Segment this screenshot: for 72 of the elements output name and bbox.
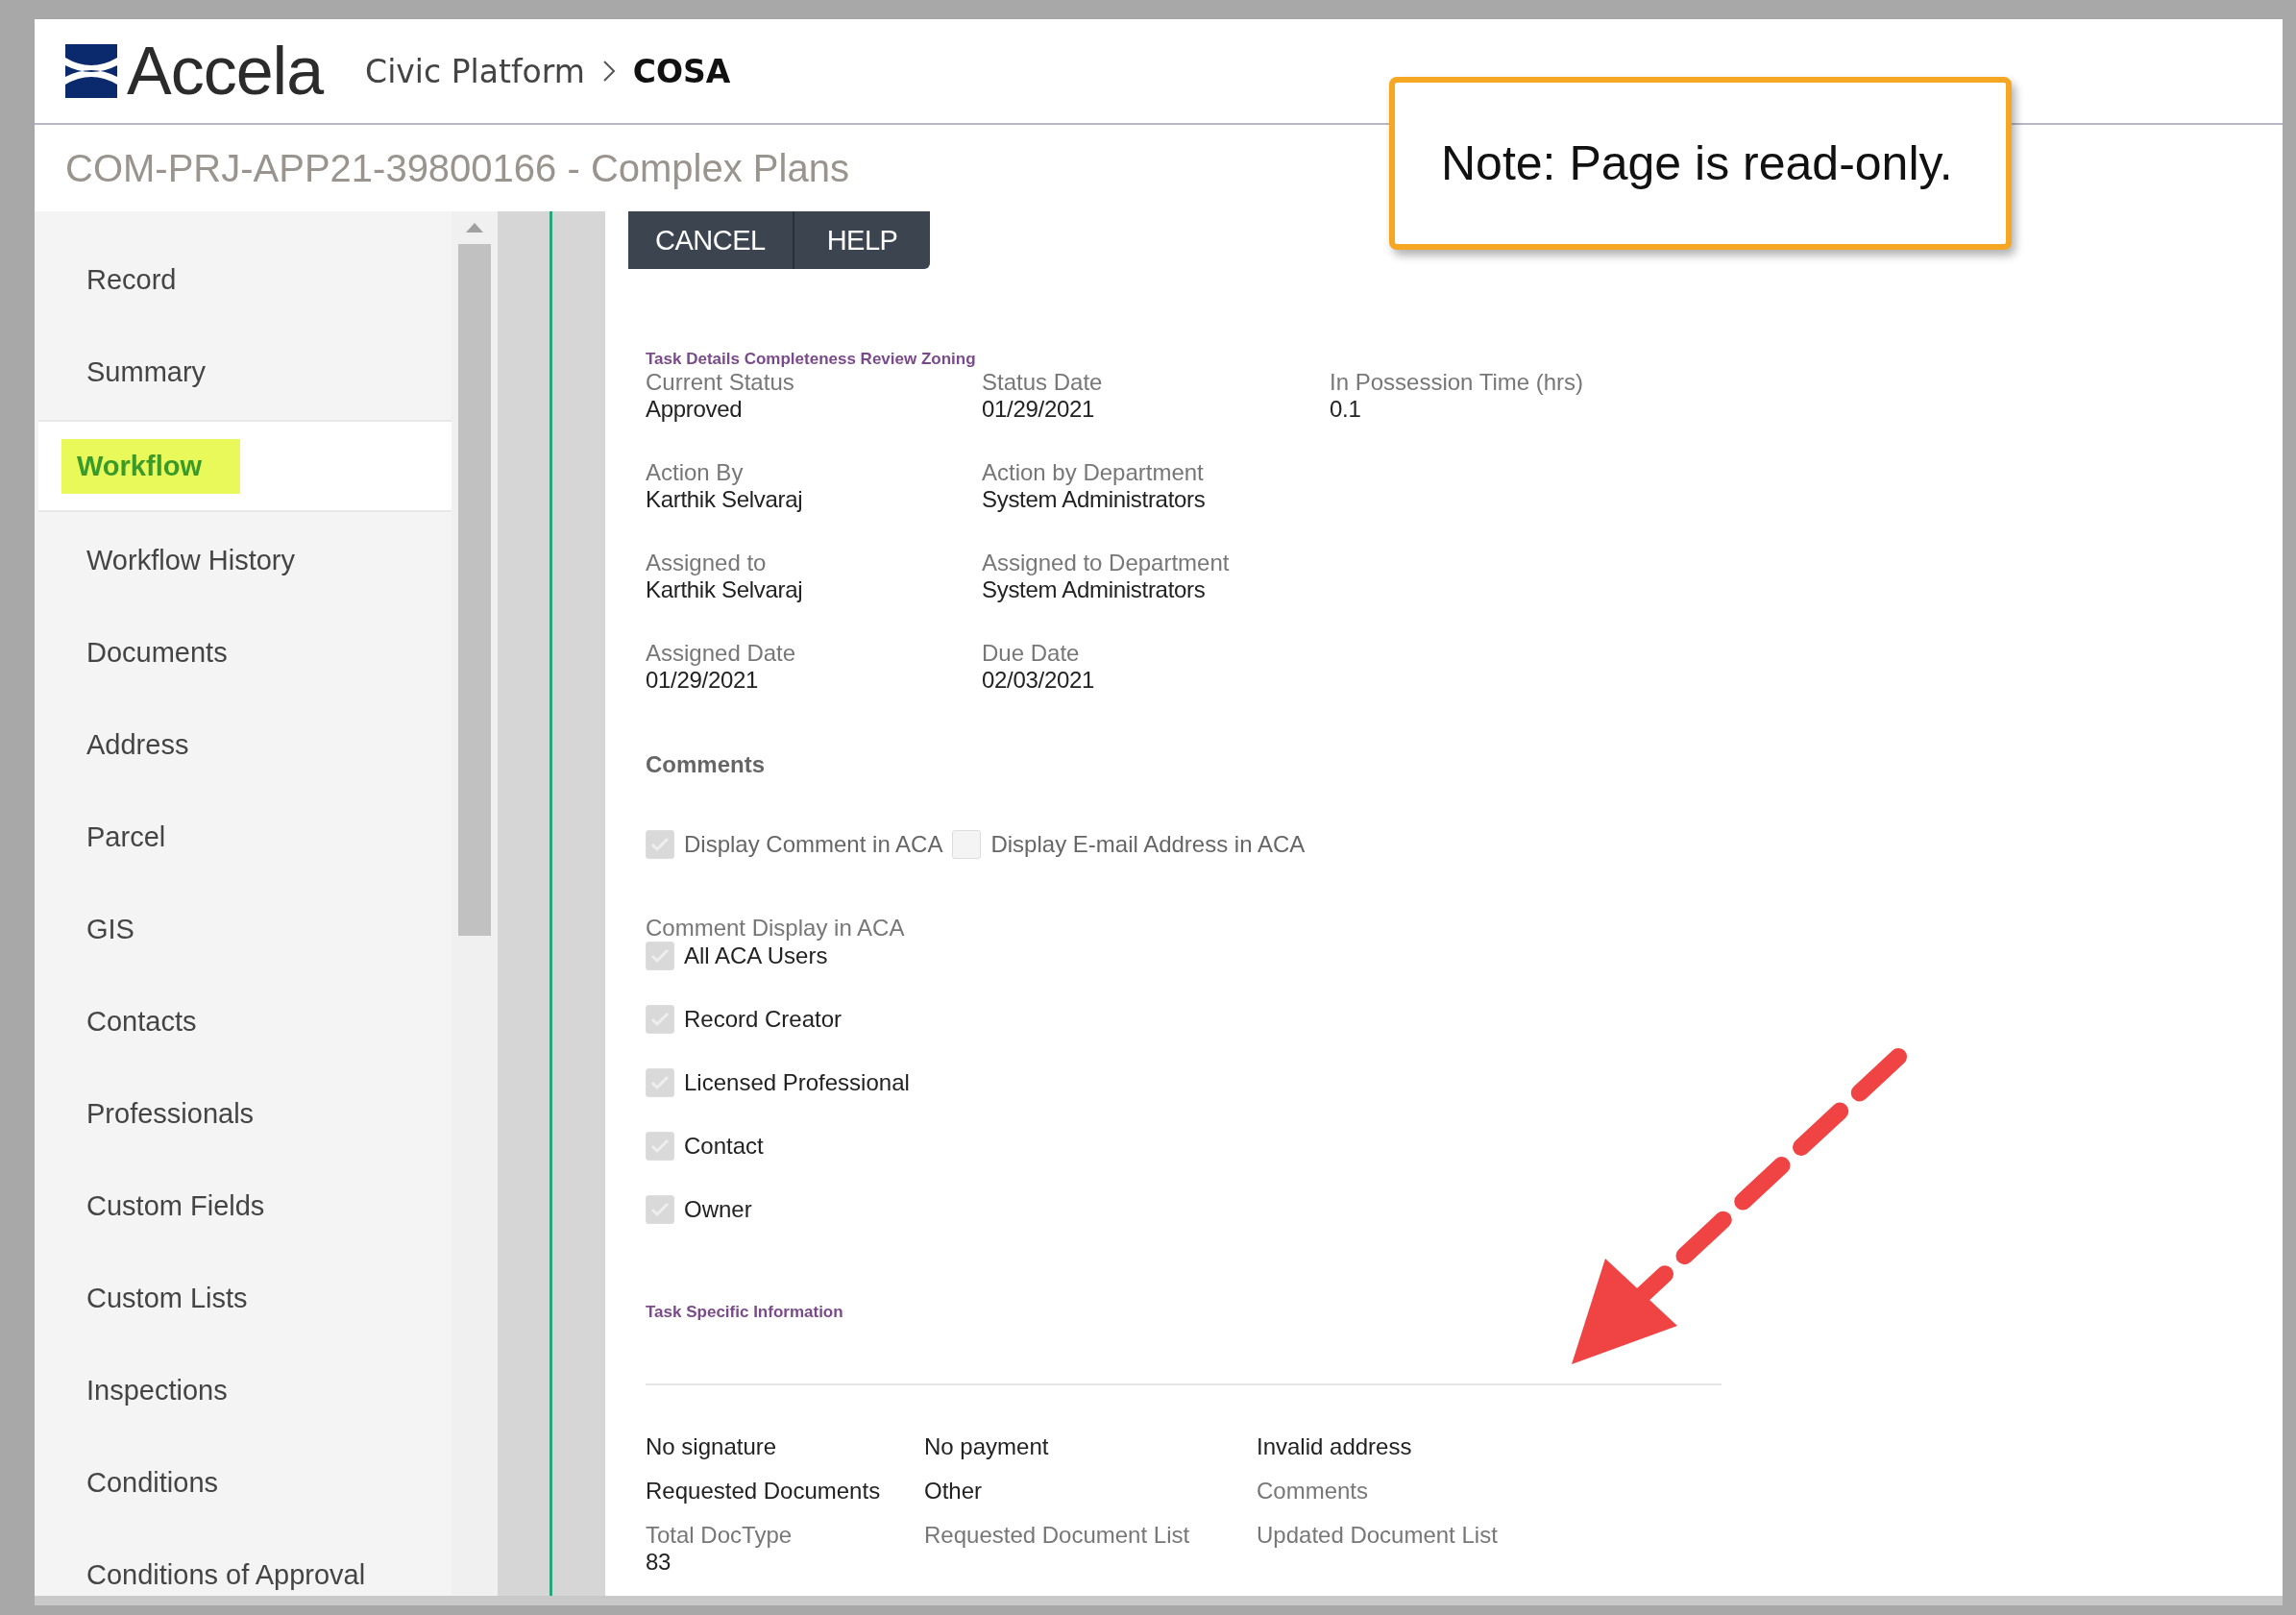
field-value: Karthik Selvaraj	[646, 486, 804, 513]
sidebar-item[interactable]: Workflow History	[86, 544, 295, 576]
field-label: Due Date	[982, 640, 1081, 667]
option-label: No payment	[924, 1433, 1050, 1460]
sidebar-item[interactable]: Conditions of Approval	[86, 1558, 366, 1591]
field-label: Status Date	[982, 369, 1104, 396]
note-callout: Note: Page is read-only.	[1389, 77, 2012, 250]
sidebar-item[interactable]: Custom Lists	[86, 1282, 248, 1314]
field-value: 01/29/2021	[646, 667, 760, 694]
sidebar-item[interactable]: Conditions	[86, 1466, 219, 1499]
scroll-up-icon[interactable]	[466, 223, 483, 232]
sidebar-item[interactable]: Contacts	[86, 1005, 197, 1038]
field-label: Action by Department	[982, 459, 1205, 486]
field-value: Approved	[646, 396, 744, 423]
field-label: Action By	[646, 459, 745, 486]
breadcrumb-item: COSA	[632, 52, 731, 90]
field-value: 02/03/2021	[982, 667, 1096, 694]
logo-icon	[65, 44, 117, 98]
checkbox-label: Owner	[684, 1196, 752, 1223]
sidebar-item[interactable]: Inspections	[86, 1374, 228, 1407]
option-label: Invalid address	[1257, 1433, 1413, 1460]
section-heading: Comments	[646, 751, 767, 778]
logo-text: Accela	[127, 33, 324, 110]
field-value: 0.1	[1330, 396, 1362, 423]
scrollbar-thumb[interactable]	[458, 244, 491, 936]
checkbox[interactable]	[646, 1068, 674, 1097]
chevron-right-icon	[601, 60, 616, 83]
checkbox[interactable]	[646, 1132, 674, 1161]
field-label: Assigned to Department	[982, 550, 1231, 576]
field-label: Requested Document List	[924, 1522, 1191, 1549]
checkbox[interactable]	[952, 830, 982, 859]
section-heading: Task Specific Information	[646, 1303, 844, 1322]
option-label: Requested Documents	[646, 1478, 882, 1505]
sidebar-item[interactable]: Custom Fields	[86, 1189, 265, 1222]
sidebar-item[interactable]: Professionals	[86, 1097, 255, 1130]
option-label: No signature	[646, 1433, 778, 1460]
field-value: Karthik Selvaraj	[646, 576, 804, 603]
sidebar-item[interactable]: GIS	[86, 913, 134, 945]
section-heading: Task Details Completeness Review Zoning	[646, 350, 977, 369]
field-label: Updated Document List	[1257, 1522, 1499, 1549]
field-label: Comments	[1257, 1478, 1370, 1505]
toolbar-button[interactable]: HELP	[794, 211, 931, 269]
scrollbar[interactable]	[35, 1596, 2283, 1605]
checkbox-label: Record Creator	[684, 1006, 843, 1033]
breadcrumb-item[interactable]: Civic Platform	[365, 52, 585, 90]
field-value: System Administrators	[982, 576, 1207, 603]
checkbox-label: All ACA Users	[684, 942, 828, 969]
record-title: COM-PRJ-APP21-39800166 - Complex Plans	[65, 146, 849, 190]
field-value: System Administrators	[982, 486, 1207, 513]
checkbox[interactable]	[646, 942, 674, 970]
field-label: Assigned Date	[646, 640, 797, 667]
checkbox-label: Contact	[684, 1133, 764, 1160]
field-label: Current Status	[646, 369, 795, 396]
sidebar-item[interactable]: Documents	[86, 636, 228, 669]
sidebar-item[interactable]: Record	[86, 263, 177, 296]
checkbox-label: Licensed Professional	[684, 1069, 910, 1096]
option-label: Other	[924, 1478, 984, 1505]
checkbox-label: Display E-mail Address in ACA	[990, 831, 1306, 858]
toolbar-button[interactable]: CANCEL	[628, 211, 794, 269]
field-label: Comment Display in ACA	[646, 915, 906, 942]
checkbox[interactable]	[646, 1005, 674, 1034]
field-value: 83	[646, 1549, 672, 1576]
checkbox[interactable]	[646, 1195, 674, 1224]
field-label: Total DocType	[646, 1522, 794, 1549]
checkbox-label: Display Comment in ACA	[684, 831, 943, 858]
sidebar-item[interactable]: Summary	[86, 355, 207, 388]
sidebar-item[interactable]: Address	[86, 728, 189, 761]
field-label: Assigned to	[646, 550, 768, 576]
field-label: In Possession Time (hrs)	[1330, 369, 1585, 396]
sidebar-item[interactable]: Parcel	[86, 820, 166, 853]
field-value: 01/29/2021	[982, 396, 1096, 423]
checkbox[interactable]	[646, 830, 674, 859]
